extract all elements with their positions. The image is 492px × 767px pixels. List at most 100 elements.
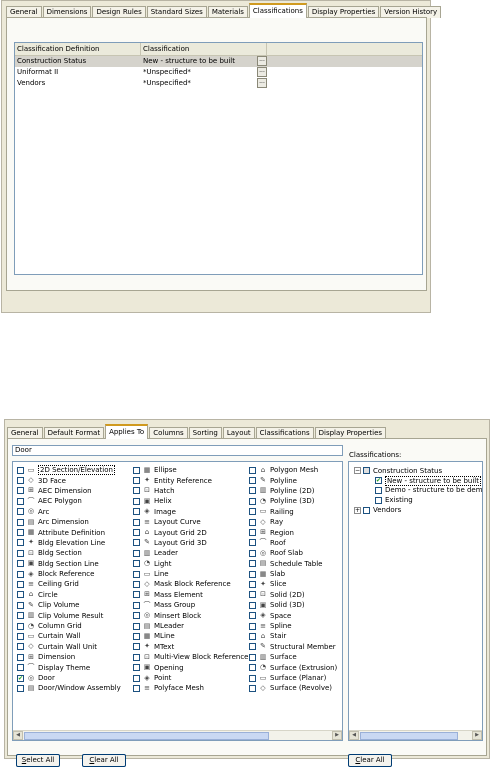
- object-type-checkbox[interactable]: [17, 591, 24, 599]
- object-type-checkbox[interactable]: [249, 674, 256, 682]
- tree-node-child[interactable]: Demo - structure to be demolis: [354, 486, 482, 496]
- object-type-checkbox[interactable]: [133, 632, 140, 640]
- object-type-checkbox[interactable]: [17, 508, 24, 516]
- object-list[interactable]: ▭ 2D Section/Elevation ◇ 3D Face ⊞ AEC Dimens…: [12, 461, 343, 741]
- object-type-checkbox[interactable]: [133, 487, 140, 495]
- object-type-checkbox[interactable]: [133, 518, 140, 526]
- object-type-checkbox[interactable]: [17, 497, 24, 505]
- object-type-item[interactable]: ⌒ Roof: [249, 538, 342, 548]
- object-type-item[interactable]: ▥ Polyline (2D): [249, 486, 342, 496]
- object-type-checkbox[interactable]: [133, 684, 140, 692]
- object-type-checkbox[interactable]: [249, 601, 256, 609]
- object-type-checkbox[interactable]: [133, 643, 140, 651]
- tab-applies-to[interactable]: Applies To: [105, 424, 149, 439]
- scroll-right-arrow-icon[interactable]: ▶: [332, 731, 342, 740]
- object-type-item[interactable]: ◇ Ray: [249, 517, 342, 527]
- object-type-checkbox[interactable]: [17, 601, 24, 609]
- browse-classification-button[interactable]: ...: [257, 56, 267, 66]
- object-type-checkbox[interactable]: [17, 560, 24, 568]
- object-type-checkbox[interactable]: [249, 664, 256, 672]
- object-type-item[interactable]: ✦ Bldg Elevation Line: [17, 538, 133, 548]
- object-type-checkbox[interactable]: [17, 518, 24, 526]
- object-type-checkbox[interactable]: [17, 529, 24, 537]
- object-type-checkbox[interactable]: [17, 487, 24, 495]
- object-type-item[interactable]: ▣ Opening: [133, 662, 249, 672]
- object-type-checkbox[interactable]: [133, 477, 140, 485]
- tree-checkbox[interactable]: [375, 496, 382, 504]
- object-type-item[interactable]: ▦ Slab: [249, 569, 342, 579]
- object-type-item[interactable]: ▤ MLeader: [133, 621, 249, 631]
- object-type-checkbox[interactable]: [17, 477, 24, 485]
- object-type-item[interactable]: ▤ Door/Window Assembly: [17, 683, 133, 693]
- object-type-checkbox[interactable]: [133, 529, 140, 537]
- tree-checkbox[interactable]: [375, 486, 382, 494]
- object-type-checkbox[interactable]: [249, 487, 256, 495]
- object-type-checkbox[interactable]: [17, 612, 24, 620]
- object-type-checkbox[interactable]: [133, 664, 140, 672]
- object-type-checkbox[interactable]: [17, 549, 24, 557]
- grid-row[interactable]: Vendors *Unspecified*...: [15, 78, 422, 89]
- object-type-item[interactable]: ◈ Block Reference: [17, 569, 133, 579]
- expand-icon[interactable]: +: [354, 506, 361, 514]
- scroll-left-arrow-icon[interactable]: ◀: [13, 731, 23, 740]
- object-type-item[interactable]: ◇ 3D Face: [17, 475, 133, 485]
- object-list-hscroll[interactable]: ◀ ▶: [13, 730, 342, 740]
- object-type-item[interactable]: ▣ Solid (3D): [249, 600, 342, 610]
- object-type-item[interactable]: ▥ Clip Volume Result: [17, 610, 133, 620]
- object-type-item[interactable]: ⊡ Hatch: [133, 486, 249, 496]
- grid-row[interactable]: Uniformat II *Unspecified*...: [15, 67, 422, 78]
- object-type-item[interactable]: ◎ Roof Slab: [249, 548, 342, 558]
- object-type-item[interactable]: ▭ Railing: [249, 507, 342, 517]
- object-type-item[interactable]: ≡ Layout Curve: [133, 517, 249, 527]
- object-type-checkbox[interactable]: [133, 622, 140, 630]
- object-type-item[interactable]: ≡ Ceiling Grid: [17, 579, 133, 589]
- object-type-item[interactable]: ◔ Light: [133, 559, 249, 569]
- object-type-checkbox[interactable]: [17, 684, 24, 692]
- object-type-item[interactable]: ▭ Curtain Wall: [17, 631, 133, 641]
- object-type-checkbox[interactable]: [17, 653, 24, 661]
- object-type-checkbox[interactable]: [249, 684, 256, 692]
- object-type-checkbox[interactable]: [133, 497, 140, 505]
- object-type-checkbox[interactable]: [249, 477, 256, 485]
- object-type-checkbox[interactable]: ✔: [17, 674, 24, 682]
- object-type-checkbox[interactable]: [17, 466, 24, 474]
- object-type-checkbox[interactable]: [17, 622, 24, 630]
- object-type-item[interactable]: ✦ Entity Reference: [133, 475, 249, 485]
- object-type-item[interactable]: ⌂ Circle: [17, 590, 133, 600]
- object-type-checkbox[interactable]: [249, 466, 256, 474]
- object-type-item[interactable]: ⊡ Multi-View Block Reference: [133, 652, 249, 662]
- object-type-checkbox[interactable]: [17, 570, 24, 578]
- object-type-item[interactable]: ⊞ Dimension: [17, 652, 133, 662]
- tree-scroll-thumb[interactable]: [360, 731, 458, 740]
- object-type-item[interactable]: ⌒ Mass Group: [133, 600, 249, 610]
- object-type-checkbox[interactable]: [133, 466, 140, 474]
- object-type-checkbox[interactable]: [17, 539, 24, 547]
- header-classification-definition[interactable]: Classification Definition: [15, 43, 141, 55]
- filter-field[interactable]: Door: [12, 445, 343, 456]
- object-type-item[interactable]: ⊞ AEC Dimension: [17, 486, 133, 496]
- object-type-item[interactable]: ◇ Curtain Wall Unit: [17, 642, 133, 652]
- object-type-item[interactable]: ◔ Column Grid: [17, 621, 133, 631]
- object-type-item[interactable]: ▭ Line: [133, 569, 249, 579]
- object-type-item[interactable]: ▭ Surface (Planar): [249, 673, 342, 683]
- object-type-item[interactable]: ⌂ Polygon Mesh: [249, 465, 342, 475]
- object-type-checkbox[interactable]: [133, 560, 140, 568]
- object-type-item[interactable]: ✎ Structural Member: [249, 642, 342, 652]
- object-type-checkbox[interactable]: [133, 570, 140, 578]
- object-type-item[interactable]: ◔ Surface (Extrusion): [249, 662, 342, 672]
- object-type-item[interactable]: ⌂ Stair: [249, 631, 342, 641]
- object-type-checkbox[interactable]: [17, 632, 24, 640]
- object-type-item[interactable]: ⊡ Bldg Section: [17, 548, 133, 558]
- header-classification[interactable]: Classification: [141, 43, 267, 55]
- object-type-checkbox[interactable]: [133, 612, 140, 620]
- tree-node-vendors[interactable]: + Vendors: [354, 505, 482, 515]
- object-type-checkbox[interactable]: [133, 580, 140, 588]
- object-type-checkbox[interactable]: [249, 591, 256, 599]
- object-type-item[interactable]: ✎ Layout Grid 3D: [133, 538, 249, 548]
- scroll-thumb[interactable]: [24, 731, 269, 740]
- object-type-checkbox[interactable]: [249, 508, 256, 516]
- object-type-checkbox[interactable]: [17, 580, 24, 588]
- object-type-checkbox[interactable]: [133, 653, 140, 661]
- object-type-item[interactable]: ⊞ Region: [249, 527, 342, 537]
- object-type-item[interactable]: ◈ Image: [133, 507, 249, 517]
